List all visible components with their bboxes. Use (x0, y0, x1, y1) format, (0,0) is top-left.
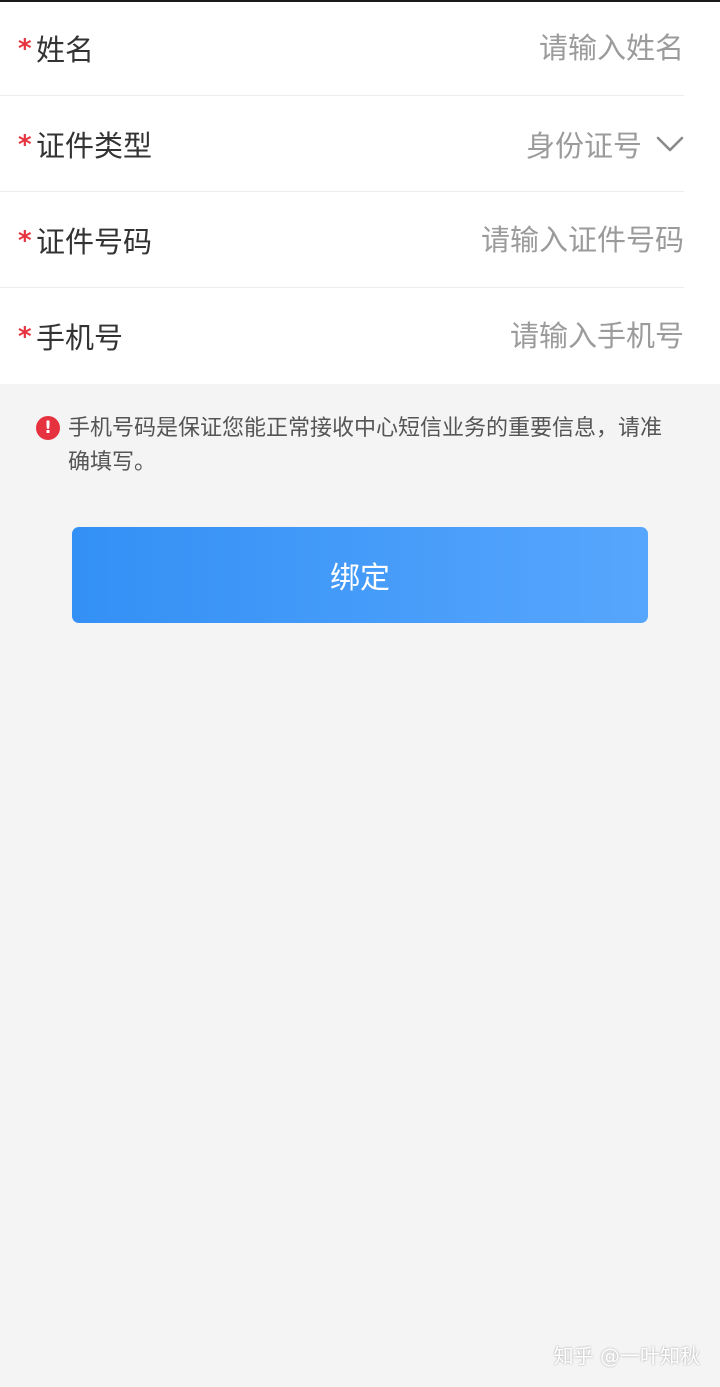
name-input[interactable] (324, 30, 684, 65)
bind-button[interactable]: 绑定 (72, 527, 648, 623)
phone-tip: ! 手机号码是保证您能正常接收中心短信业务的重要信息，请准确填写。 (36, 412, 676, 480)
id-type-row[interactable]: * 证件类型 身份证号 (0, 96, 684, 192)
watermark: 知乎 @一叶知秋 (553, 1344, 700, 1368)
required-mark: * (18, 33, 32, 64)
phone-label-group: * 手机号 (0, 315, 123, 357)
bind-form: * 姓名 * 证件类型 身份证号 * 证件号码 * 手机号 (0, 0, 720, 384)
phone-input[interactable] (324, 319, 684, 353)
required-mark: * (18, 129, 32, 160)
phone-label: 手机号 (36, 321, 124, 355)
id-number-label: 证件号码 (36, 224, 153, 259)
id-number-row: * 证件号码 (0, 192, 684, 288)
name-row: * 姓名 (0, 0, 684, 96)
name-label: 姓名 (36, 32, 95, 67)
phone-row: * 手机号 (0, 288, 684, 384)
required-mark: * (18, 225, 32, 256)
chevron-down-icon (656, 136, 684, 151)
name-label-group: * 姓名 (0, 27, 94, 69)
id-type-select[interactable]: 身份证号 (526, 123, 684, 165)
id-type-label: 证件类型 (36, 128, 153, 163)
required-mark: * (18, 322, 32, 352)
id-number-input[interactable] (324, 222, 684, 257)
id-type-label-group: * 证件类型 (0, 123, 152, 165)
id-number-label-group: * 证件号码 (0, 219, 152, 261)
tip-text: 手机号码是保证您能正常接收中心短信业务的重要信息，请准确填写。 (68, 416, 663, 475)
warning-icon: ! (36, 416, 60, 440)
id-type-selected-value: 身份证号 (525, 128, 642, 163)
top-border (0, 0, 720, 2)
